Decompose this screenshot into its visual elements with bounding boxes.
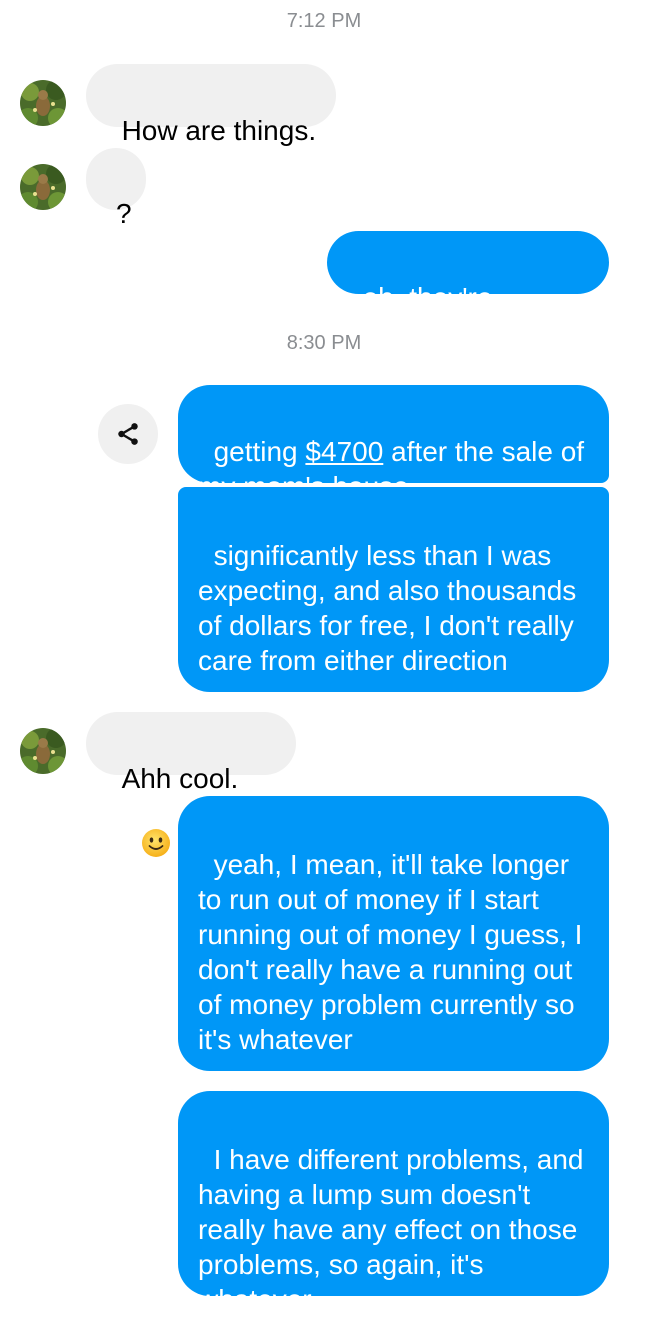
contact-avatar[interactable]: [20, 80, 66, 126]
outgoing-message-bubble[interactable]: getting $4700 after the sale of my mom's…: [178, 385, 609, 502]
timestamp-2: 8:30 PM: [286, 332, 362, 354]
outgoing-message-bubble[interactable]: eh, they're, y'know: [327, 231, 609, 348]
slightly-smiling-face-icon: [110, 793, 171, 901]
message-text: significantly less than I was expecting,…: [198, 540, 585, 676]
message-text: Ahh cool.: [121, 763, 239, 794]
share-button[interactable]: [98, 404, 158, 464]
contact-avatar[interactable]: [20, 728, 66, 774]
contact-avatar[interactable]: [20, 164, 66, 210]
message-text: How are things.: [121, 115, 317, 146]
incoming-message-bubble[interactable]: Ahh cool.: [86, 712, 296, 857]
timestamp-1: 7:12 PM: [286, 10, 362, 32]
message-text: getting: [213, 436, 306, 467]
outgoing-message-bubble[interactable]: significantly less than I was expecting,…: [178, 487, 609, 692]
message-text: yeah, I mean, it'll take longer to run o…: [198, 849, 591, 1055]
share-icon: [118, 423, 138, 445]
message-text: I have different problems, and having a …: [198, 1144, 592, 1315]
incoming-message-bubble[interactable]: ?: [86, 148, 146, 229]
message-text: ?: [115, 198, 132, 229]
amount-link[interactable]: $4700: [305, 436, 383, 467]
incoming-message-bubble[interactable]: How are things.: [86, 64, 337, 146]
outgoing-message-bubble[interactable]: I have different problems, and having a …: [178, 1091, 609, 1315]
outgoing-message-bubble[interactable]: yeah, I mean, it'll take longer to run o…: [178, 796, 609, 1071]
